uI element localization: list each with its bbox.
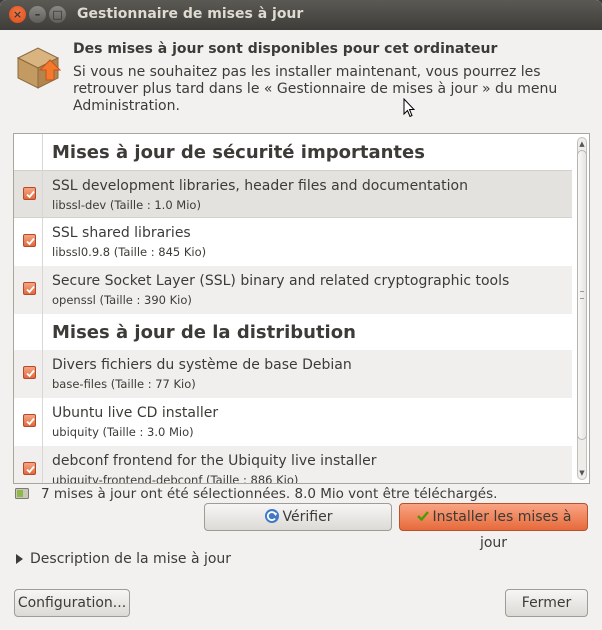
update-package: libssl-dev (Taille : 1.0 Mio): [52, 198, 201, 212]
configuration-label: Configuration...: [17, 595, 127, 611]
group-label: Mises à jour de sécurité importantes: [52, 142, 425, 163]
mouse-cursor-icon: [403, 98, 415, 118]
list-scrollbar[interactable]: ▲ ▼: [577, 137, 587, 480]
update-checkbox[interactable]: [23, 414, 36, 427]
update-package: ubiquity (Taille : 3.0 Mio): [52, 425, 194, 439]
update-checkbox[interactable]: [23, 234, 36, 247]
update-checkbox[interactable]: [23, 282, 36, 295]
status-summary: 7 mises à jour ont été sélectionnées. 8.…: [41, 486, 498, 502]
update-checkbox[interactable]: [23, 366, 36, 379]
update-package: libssl0.9.8 (Taille : 845 Kio): [52, 245, 207, 259]
description-label[interactable]: Description de la mise à jour: [30, 551, 231, 567]
refresh-icon: [264, 509, 279, 523]
close-label: Fermer: [521, 595, 572, 611]
verify-label: Vérifier: [282, 509, 333, 525]
update-name: SSL development libraries, header files …: [52, 178, 468, 194]
install-updates-button[interactable]: Installer les mises à jour: [399, 503, 588, 551]
close-button[interactable]: Fermer: [505, 589, 588, 617]
list-item[interactable]: Divers fichiers du système de base Debia…: [14, 350, 572, 398]
scroll-up-arrow-icon[interactable]: ▲: [578, 138, 586, 150]
verify-button[interactable]: Vérifier: [204, 503, 392, 531]
list-item[interactable]: SSL shared libraries libssl0.9.8 (Taille…: [14, 218, 572, 266]
update-name: Divers fichiers du système de base Debia…: [52, 357, 352, 373]
header-title: Des mises à jour sont disponibles pour c…: [73, 41, 498, 57]
expander-arrow-icon[interactable]: [16, 554, 23, 564]
update-checkbox[interactable]: [23, 462, 36, 475]
update-name: Ubuntu live CD installer: [52, 405, 219, 421]
group-header-security: Mises à jour de sécurité importantes: [14, 134, 572, 170]
scroll-down-arrow-icon[interactable]: ▼: [578, 467, 586, 479]
group-label: Mises à jour de la distribution: [52, 322, 356, 343]
group-header-distribution: Mises à jour de la distribution: [14, 314, 572, 350]
updates-list[interactable]: Mises à jour de sécurité importantes SSL…: [13, 133, 590, 484]
update-name: debconf frontend for the Ubiquity live i…: [52, 453, 377, 469]
list-item[interactable]: Secure Socket Layer (SSL) binary and rel…: [14, 266, 572, 314]
checkmark-icon: [416, 511, 429, 522]
package-upgrade-icon: [16, 47, 62, 89]
header-description: Si vous ne souhaitez pas les installer m…: [73, 64, 558, 114]
update-name: SSL shared libraries: [52, 225, 191, 241]
close-window-button[interactable]: ×: [9, 6, 26, 23]
configuration-button[interactable]: Configuration...: [14, 589, 130, 617]
window-title: Gestionnaire de mises à jour: [77, 6, 304, 22]
update-manager-window: × – □ Gestionnaire de mises à jour Des m…: [0, 0, 602, 630]
update-package: ubiquity-frontend-debconf (Taille : 886 …: [52, 473, 299, 484]
minimize-window-button[interactable]: –: [29, 6, 46, 23]
download-status-icon: [15, 488, 29, 499]
maximize-window-button[interactable]: □: [49, 6, 66, 23]
list-item[interactable]: debconf frontend for the Ubiquity live i…: [14, 446, 572, 484]
update-name: Secure Socket Layer (SSL) binary and rel…: [52, 273, 510, 289]
update-package: base-files (Taille : 77 Kio): [52, 377, 196, 391]
update-checkbox[interactable]: [23, 187, 36, 200]
list-item[interactable]: SSL development libraries, header files …: [14, 170, 572, 218]
update-package: openssl (Taille : 390 Kio): [52, 293, 192, 307]
list-item[interactable]: Ubuntu live CD installer ubiquity (Taill…: [14, 398, 572, 446]
install-label: Installer les mises à jour: [432, 509, 572, 551]
title-bar[interactable]: × – □ Gestionnaire de mises à jour: [0, 0, 602, 30]
scroll-thumb[interactable]: [577, 150, 587, 440]
